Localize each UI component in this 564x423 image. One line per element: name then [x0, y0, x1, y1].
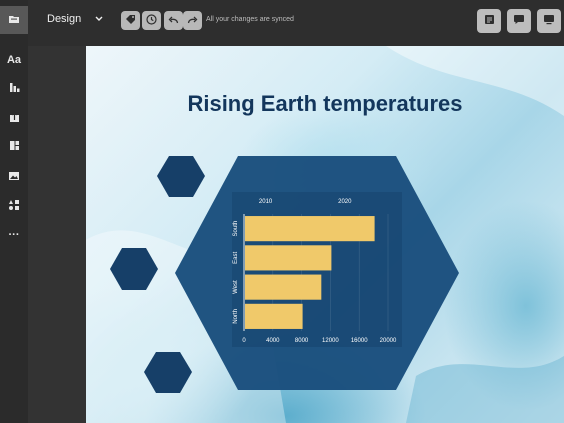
image-icon	[8, 171, 20, 184]
elements-icon	[8, 199, 20, 214]
design-label: Design	[47, 13, 82, 25]
y-category-label: East	[233, 252, 239, 264]
top-axis-label: 2010	[259, 199, 273, 205]
text-icon: Aa	[6, 54, 22, 66]
folder-icon	[8, 14, 20, 27]
y-category-label: North	[233, 309, 239, 324]
y-category-label: South	[233, 221, 239, 237]
slide[interactable]: 0 4000 8000 12000 16000 20000 2010 2020 South Eas…	[86, 46, 564, 423]
top-axis-label: 2020	[338, 199, 352, 205]
notes-icon	[484, 12, 495, 30]
tag-icon	[125, 12, 136, 30]
sidebar-item-charts[interactable]	[0, 75, 28, 103]
template-icon	[9, 140, 20, 154]
bar[interactable]	[245, 274, 322, 300]
tag-button[interactable]	[121, 11, 140, 30]
undo-button[interactable]	[164, 11, 183, 30]
top-toolbar: Design All your changes are synced	[0, 0, 564, 46]
chart-icon	[9, 82, 20, 96]
bar[interactable]	[245, 303, 303, 329]
sidebar-item-more[interactable]: ···	[0, 221, 28, 249]
x-tick-label: 4000	[266, 338, 280, 344]
left-sidebar: Aa ···	[0, 0, 28, 423]
sync-status: All your changes are synced	[206, 16, 294, 23]
sidebar-item-uploads[interactable]	[0, 104, 28, 132]
x-tick-label: 12000	[322, 338, 339, 344]
monitor-icon	[543, 12, 555, 30]
x-tick-label: 16000	[351, 338, 368, 344]
sidebar-item-projects[interactable]	[0, 6, 28, 34]
design-menu-button[interactable]: Design	[47, 13, 103, 25]
x-tick-label: 8000	[295, 338, 309, 344]
comment-icon	[513, 12, 525, 30]
more-icon: ···	[8, 229, 20, 241]
hex-decor-top	[157, 156, 205, 197]
sidebar-item-text[interactable]: Aa	[0, 46, 28, 74]
undo-icon	[168, 12, 179, 30]
bar[interactable]	[245, 245, 332, 271]
sidebar-item-photos[interactable]	[0, 163, 28, 191]
x-tick-label: 20000	[380, 338, 397, 344]
redo-button[interactable]	[183, 11, 202, 30]
y-category-label: West	[233, 280, 239, 294]
chevron-down-icon	[95, 13, 103, 25]
slide-title[interactable]: Rising Earth temperatures	[86, 91, 564, 117]
clock-icon	[146, 12, 157, 30]
upload-icon	[9, 111, 20, 126]
comment-button[interactable]	[507, 9, 531, 33]
notes-button[interactable]	[477, 9, 501, 33]
present-button[interactable]	[537, 9, 561, 33]
sidebar-item-templates[interactable]	[0, 133, 28, 161]
sidebar-item-elements[interactable]	[0, 192, 28, 220]
timer-button[interactable]	[142, 11, 161, 30]
bar[interactable]	[245, 216, 375, 242]
redo-icon	[187, 12, 198, 30]
